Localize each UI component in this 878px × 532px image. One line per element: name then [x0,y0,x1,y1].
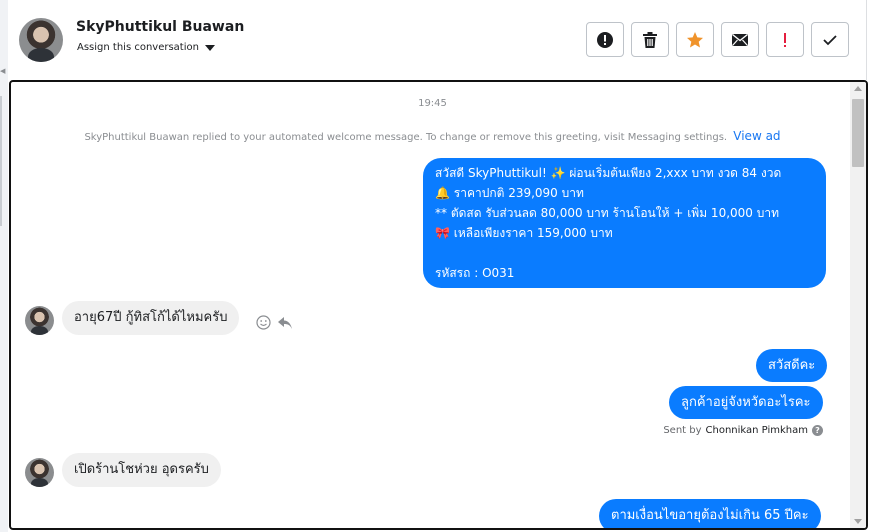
help-icon[interactable]: ? [812,425,823,436]
trash-icon [643,31,657,48]
message-timestamp: 19:45 [418,98,447,109]
welcome-message-line: รหัสรถ : O031 [435,266,515,280]
reply-icon[interactable] [277,315,293,330]
incoming-message-shop[interactable]: เปิดร้านโชห่วย อุดรครับ [62,453,221,487]
left-panel-scrollbar[interactable] [0,96,2,226]
header-divider [866,0,867,80]
mark-done-button[interactable] [811,22,849,57]
outgoing-message-age-limit[interactable]: ตามเงื่อนไขอายุต้องไม่เกิน 65 ปีคะ [599,499,821,528]
assign-conversation-dropdown[interactable]: Assign this conversation [77,42,215,53]
welcome-message-line [435,243,814,263]
welcome-message-line: 🎀 เหลือเพียงราคา 159,000 บาท [435,226,613,240]
sent-by-agent: Chonnikan Pimkham [705,425,808,436]
thread-scrollbar[interactable] [850,82,866,528]
scroll-down-arrow-icon[interactable] [854,519,862,524]
assign-label: Assign this conversation [77,42,199,53]
delete-button[interactable] [631,22,669,57]
chevron-down-icon [204,44,215,51]
emoji-react-icon[interactable] [256,315,271,330]
incoming-message-age[interactable]: อายุ67ปี กู้ทิสโก้ได้ไหมครับ [62,301,240,335]
outgoing-message-hello[interactable]: สวัสดีคะ [756,349,828,382]
star-icon [687,31,703,47]
message-actions [256,315,293,330]
envelope-icon [732,33,748,46]
mark-spam-button[interactable] [586,22,624,57]
conversation-header: SkyPhuttikul Buawan Assign this conversa… [8,0,866,80]
welcome-message-line: สวัสดี SkyPhuttikul! ✨ ผ่อนเริ่มต้นเพียง… [435,166,782,180]
message-thread[interactable]: 19:45 SkyPhuttikul Buawan replied to you… [9,80,868,530]
contact-avatar[interactable] [19,18,63,62]
follow-up-button[interactable] [766,22,804,57]
scrollbar-thumb[interactable] [852,99,864,167]
collapse-caret-icon[interactable]: ◀ [0,67,5,75]
star-button[interactable] [676,22,714,57]
contact-message-avatar [25,458,54,487]
scroll-up-arrow-icon[interactable] [854,86,862,91]
welcome-message-bubble[interactable]: สวัสดี SkyPhuttikul! ✨ ผ่อนเริ่มต้นเพียง… [423,158,826,288]
checkmark-icon [823,34,837,45]
header-actions [586,22,849,57]
welcome-message-line: 🔔 ราคาปกติ 239,090 บาท [435,186,584,200]
mark-unread-button[interactable] [721,22,759,57]
automated-reply-notice: SkyPhuttikul Buawan replied to your auto… [11,129,854,143]
left-panel-edge: ◀ [0,0,8,532]
alert-circle-icon [597,31,613,48]
sent-by-line: Sent by Chonnikan Pimkham ? [663,425,823,436]
outgoing-message-province[interactable]: ลูกค้าอยู่จังหวัดอะไรคะ [669,386,823,419]
notice-text: SkyPhuttikul Buawan replied to your auto… [84,132,728,143]
contact-message-avatar [25,306,54,335]
contact-name[interactable]: SkyPhuttikul Buawan [76,19,244,35]
exclamation-icon [784,32,786,47]
sent-by-prefix: Sent by [663,425,702,436]
view-ad-link[interactable]: View ad [733,129,780,143]
welcome-message-line: ** ตัดสด รับส่วนลด 80,000 บาท ร้านโอนให้… [435,206,780,220]
